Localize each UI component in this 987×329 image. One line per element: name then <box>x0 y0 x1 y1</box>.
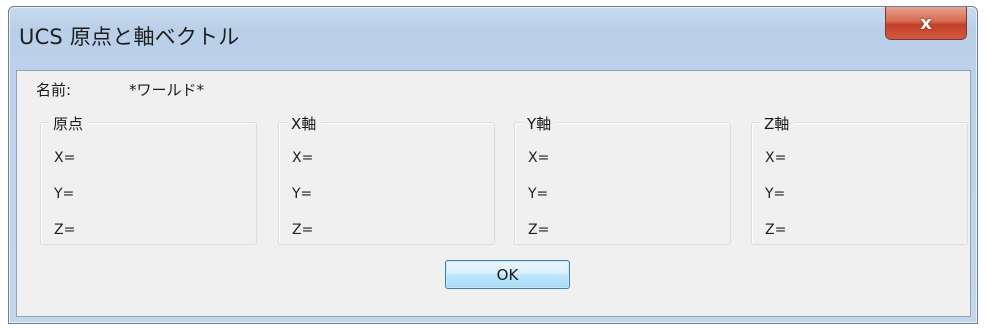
close-button[interactable]: x <box>885 7 967 40</box>
origin-z-label: Z= <box>54 222 76 238</box>
y-axis-x-label: X= <box>528 150 550 166</box>
origin-y-label: Y= <box>54 186 75 202</box>
group-title-x-axis: X軸 <box>287 113 323 134</box>
x-axis-x-label: X= <box>292 150 314 166</box>
z-axis-group: Z軸 X= Y= Z= <box>751 113 968 245</box>
dialog-title: UCS 原点と軸ベクトル <box>19 25 240 49</box>
group-title-y-axis: Y軸 <box>523 113 558 134</box>
ucs-dialog-window: UCS 原点と軸ベクトル x 名前: *ワールド* 原点 X= Y= Z= X軸… <box>8 6 978 324</box>
y-axis-z-label: Z= <box>528 222 550 238</box>
z-axis-z-label: Z= <box>765 222 787 238</box>
z-axis-x-label: X= <box>765 150 787 166</box>
dialog-client-area: 名前: *ワールド* 原点 X= Y= Z= X軸 X= Y= Z= Y軸 X=… <box>16 70 971 317</box>
name-value: *ワールド* <box>129 81 205 99</box>
y-axis-group: Y軸 X= Y= Z= <box>514 113 731 245</box>
name-label: 名前: <box>36 81 72 99</box>
group-title-origin: 原点 <box>49 113 90 134</box>
origin-group: 原点 X= Y= Z= <box>40 113 257 245</box>
y-axis-y-label: Y= <box>528 186 549 202</box>
x-axis-z-label: Z= <box>292 222 314 238</box>
ok-button[interactable]: OK <box>445 260 570 289</box>
close-icon: x <box>920 12 932 34</box>
x-axis-group: X軸 X= Y= Z= <box>278 113 495 245</box>
origin-x-label: X= <box>54 150 76 166</box>
group-title-z-axis: Z軸 <box>760 113 796 134</box>
z-axis-y-label: Y= <box>765 186 786 202</box>
x-axis-y-label: Y= <box>292 186 313 202</box>
